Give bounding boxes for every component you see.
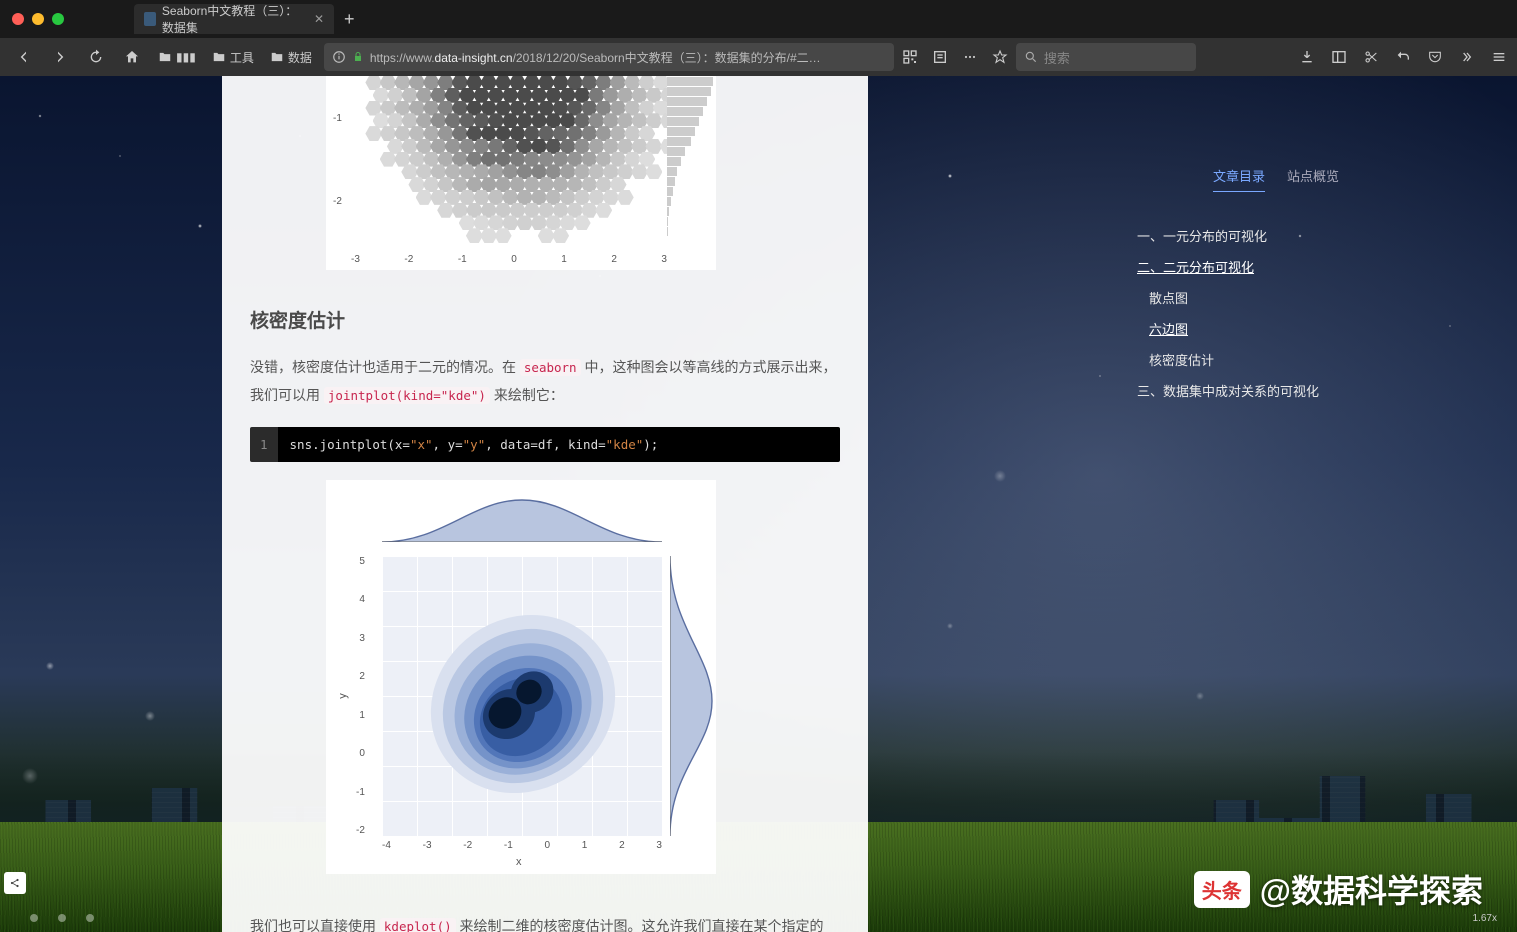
watermark-handle: @数据科学探索 bbox=[1260, 866, 1483, 912]
reader-mode-icon[interactable] bbox=[932, 49, 948, 65]
hexbin-marginal-y bbox=[667, 77, 715, 243]
forward-button[interactable] bbox=[46, 43, 74, 71]
browser-toolbar: ▮▮▮ 工具 数据 https://www.data-insight.cn/20… bbox=[0, 38, 1517, 76]
kde-marginal-x bbox=[382, 492, 662, 542]
search-box[interactable]: 搜索 bbox=[1016, 43, 1196, 71]
inline-code-seaborn: seaborn bbox=[520, 359, 581, 376]
traffic-lights bbox=[12, 13, 64, 25]
paragraph-1: 没错，核密度估计也适用于二元的情况。在 seaborn 中，这种图会以等高线的方… bbox=[250, 353, 840, 409]
toc-tab-site[interactable]: 站点概览 bbox=[1287, 166, 1339, 192]
toc-item-4[interactable]: 核密度估计 bbox=[1137, 344, 1397, 375]
toc-item-3[interactable]: 六边图 bbox=[1137, 313, 1397, 344]
kde-main-plot bbox=[382, 556, 662, 836]
tab-title: Seaborn中文教程（三）：数据集 bbox=[162, 2, 308, 36]
home-button[interactable] bbox=[118, 43, 146, 71]
pocket-icon[interactable] bbox=[1427, 49, 1443, 65]
bookmark-star-icon[interactable] bbox=[992, 49, 1008, 65]
toc-tab-article[interactable]: 文章目录 bbox=[1213, 166, 1265, 192]
hexbin-x-axis: -3-2-10123 bbox=[351, 254, 667, 265]
kde-marginal-y bbox=[670, 556, 720, 836]
overflow-icon[interactable] bbox=[1459, 49, 1475, 65]
tab-favicon bbox=[144, 12, 156, 26]
section-title-kde: 核密度估计 bbox=[250, 306, 840, 333]
bookmark-folder-1[interactable]: ▮▮▮ bbox=[154, 50, 200, 64]
url-text: https://www.data-insight.cn/2018/12/20/S… bbox=[370, 49, 821, 66]
watermark-badge: 头条 bbox=[1194, 871, 1250, 908]
zoom-indicator: 1.67x bbox=[1473, 913, 1497, 924]
share-button[interactable] bbox=[4, 872, 26, 894]
search-placeholder: 搜索 bbox=[1044, 48, 1070, 67]
more-actions-icon[interactable] bbox=[962, 49, 978, 65]
paragraph-2: 我们也可以直接使用 kdeplot() 来绘制二维的核密度估计图。这允许我们直接… bbox=[250, 912, 840, 932]
toc-item-2[interactable]: 散点图 bbox=[1137, 282, 1397, 313]
code-block-jointplot: 1 sns.jointplot(x="x", y="y", data=df, k… bbox=[250, 427, 840, 462]
qr-icon[interactable] bbox=[902, 49, 918, 65]
table-of-contents: 文章目录 站点概览 一、一元分布的可视化二、二元分布可视化散点图六边图核密度估计… bbox=[1137, 166, 1397, 406]
undo-icon[interactable] bbox=[1395, 49, 1411, 65]
code-content[interactable]: sns.jointplot(x="x", y="y", data=df, kin… bbox=[278, 427, 840, 462]
maximize-window-button[interactable] bbox=[52, 13, 64, 25]
close-window-button[interactable] bbox=[12, 13, 24, 25]
inline-code-kdeplot: kdeplot() bbox=[380, 918, 456, 932]
watermark: 头条 @数据科学探索 bbox=[1194, 866, 1483, 912]
lock-icon bbox=[352, 51, 364, 63]
toc-list: 一、一元分布的可视化二、二元分布可视化散点图六边图核密度估计三、数据集中成对关系… bbox=[1137, 220, 1397, 406]
close-tab-icon[interactable]: ✕ bbox=[314, 12, 324, 26]
url-bar-actions bbox=[902, 49, 1008, 65]
window-titlebar: Seaborn中文教程（三）：数据集 ✕ + bbox=[0, 0, 1517, 38]
new-tab-button[interactable]: + bbox=[344, 9, 355, 30]
toc-item-1[interactable]: 二、二元分布可视化 bbox=[1137, 251, 1397, 282]
kde-y-label: y bbox=[337, 693, 349, 699]
kde-x-axis: -4-3-2-10123 bbox=[382, 840, 662, 851]
url-bar[interactable]: https://www.data-insight.cn/2018/12/20/S… bbox=[324, 43, 894, 71]
inline-code-jointplot-kde: jointplot(kind="kde") bbox=[324, 387, 490, 404]
kde-jointplot: -2-1012345 y -4-3- bbox=[326, 480, 716, 874]
bookmark-folder-tools[interactable]: 工具 bbox=[208, 49, 258, 66]
bookmark-folder-data[interactable]: 数据 bbox=[266, 49, 316, 66]
back-button[interactable] bbox=[10, 43, 38, 71]
downloads-icon[interactable] bbox=[1299, 49, 1315, 65]
reload-button[interactable] bbox=[82, 43, 110, 71]
code-line-number: 1 bbox=[250, 427, 278, 462]
hamburger-menu-icon[interactable] bbox=[1491, 49, 1507, 65]
hexbin-plot-area bbox=[351, 77, 667, 243]
dock-indicator-dots bbox=[30, 914, 94, 922]
hexbin-chart: -1 -2 -3-2-10123 bbox=[326, 76, 716, 270]
toc-tabs: 文章目录 站点概览 bbox=[1137, 166, 1397, 192]
article-column: -1 -2 -3-2-10123 核密度估计 没错，核密度估计也适用于二元的情况… bbox=[222, 76, 868, 932]
minimize-window-button[interactable] bbox=[32, 13, 44, 25]
kde-y-axis: -2-1012345 bbox=[356, 556, 365, 836]
scissors-icon[interactable] bbox=[1363, 49, 1379, 65]
page-background: -1 -2 -3-2-10123 核密度估计 没错，核密度估计也适用于二元的情况… bbox=[0, 76, 1517, 932]
toc-item-0[interactable]: 一、一元分布的可视化 bbox=[1137, 220, 1397, 251]
search-icon bbox=[1024, 50, 1038, 64]
sidebar-icon[interactable] bbox=[1331, 49, 1347, 65]
hexbin-y-axis: -1 -2 bbox=[333, 77, 342, 243]
toc-item-5[interactable]: 三、数据集中成对关系的可视化 bbox=[1137, 375, 1397, 406]
toolbar-right-icons bbox=[1299, 49, 1507, 65]
kde-x-label: x bbox=[516, 856, 522, 868]
site-info-icon[interactable] bbox=[332, 50, 346, 64]
browser-tab[interactable]: Seaborn中文教程（三）：数据集 ✕ bbox=[134, 4, 334, 34]
